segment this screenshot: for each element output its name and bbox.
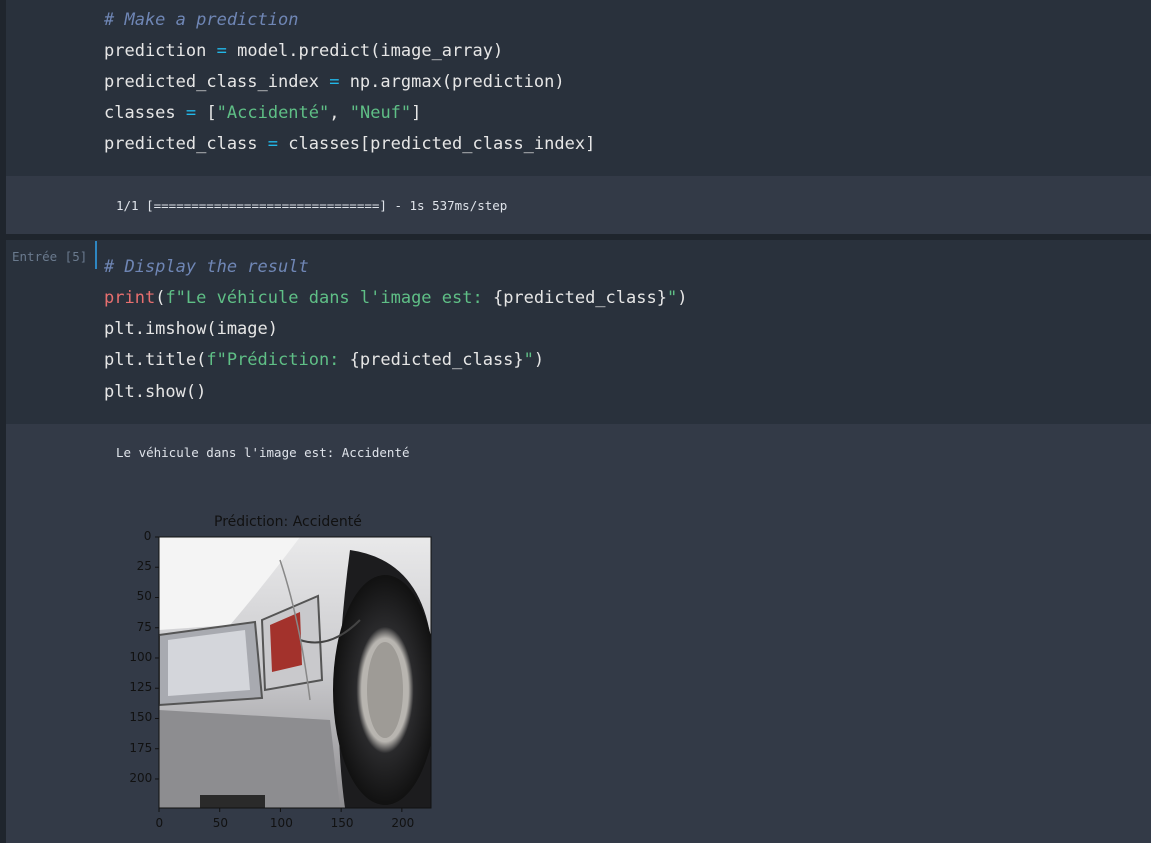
- y-tick-label: 200: [129, 770, 153, 785]
- y-tick-label: 25: [136, 559, 152, 574]
- code-line-classes: classes = ["Accidenté", "Neuf"]: [104, 103, 422, 123]
- code-line-predict: prediction = model.predict(image_array): [104, 41, 504, 61]
- x-tick-label: 0: [155, 816, 164, 830]
- y-tick-label: 0: [143, 529, 152, 543]
- code-line-show: plt.show(): [104, 382, 207, 402]
- y-tick-label: 125: [129, 680, 153, 695]
- x-tick-label: 150: [330, 816, 354, 830]
- x-tick-label: 50: [212, 816, 228, 830]
- result-text: Le véhicule dans l'image est: Accidenté: [116, 445, 410, 460]
- y-tick-label: 150: [129, 710, 153, 725]
- code-line-comment: # Make a prediction: [104, 10, 299, 30]
- y-tick-label: 75: [136, 619, 152, 634]
- x-tick-label: 200: [391, 816, 415, 830]
- code-line-print: print(f"Le véhicule dans l'image est: {p…: [104, 288, 688, 308]
- code-line-predicted-class: predicted_class = classes[predicted_clas…: [104, 134, 596, 154]
- x-tick-label: 100: [269, 816, 293, 830]
- code-line-title: plt.title(f"Prédiction: {predicted_class…: [104, 350, 545, 370]
- y-tick-label: 100: [129, 649, 153, 664]
- code-line-argmax: predicted_class_index = np.argmax(predic…: [104, 72, 565, 92]
- progress-text: 1/1 [==============================] - 1…: [116, 198, 508, 213]
- code-line-imshow: plt.imshow(image): [104, 319, 278, 339]
- active-cell-indicator: [95, 241, 97, 269]
- y-tick-label: 50: [136, 589, 152, 604]
- cell-output-result: [6, 424, 1151, 843]
- cell-prompt: Entrée [5]: [12, 249, 88, 264]
- plot-title: Prédiction: Accidenté: [214, 514, 362, 530]
- code-line-comment-2: # Display the result: [104, 257, 309, 277]
- y-tick-label: 175: [129, 740, 153, 755]
